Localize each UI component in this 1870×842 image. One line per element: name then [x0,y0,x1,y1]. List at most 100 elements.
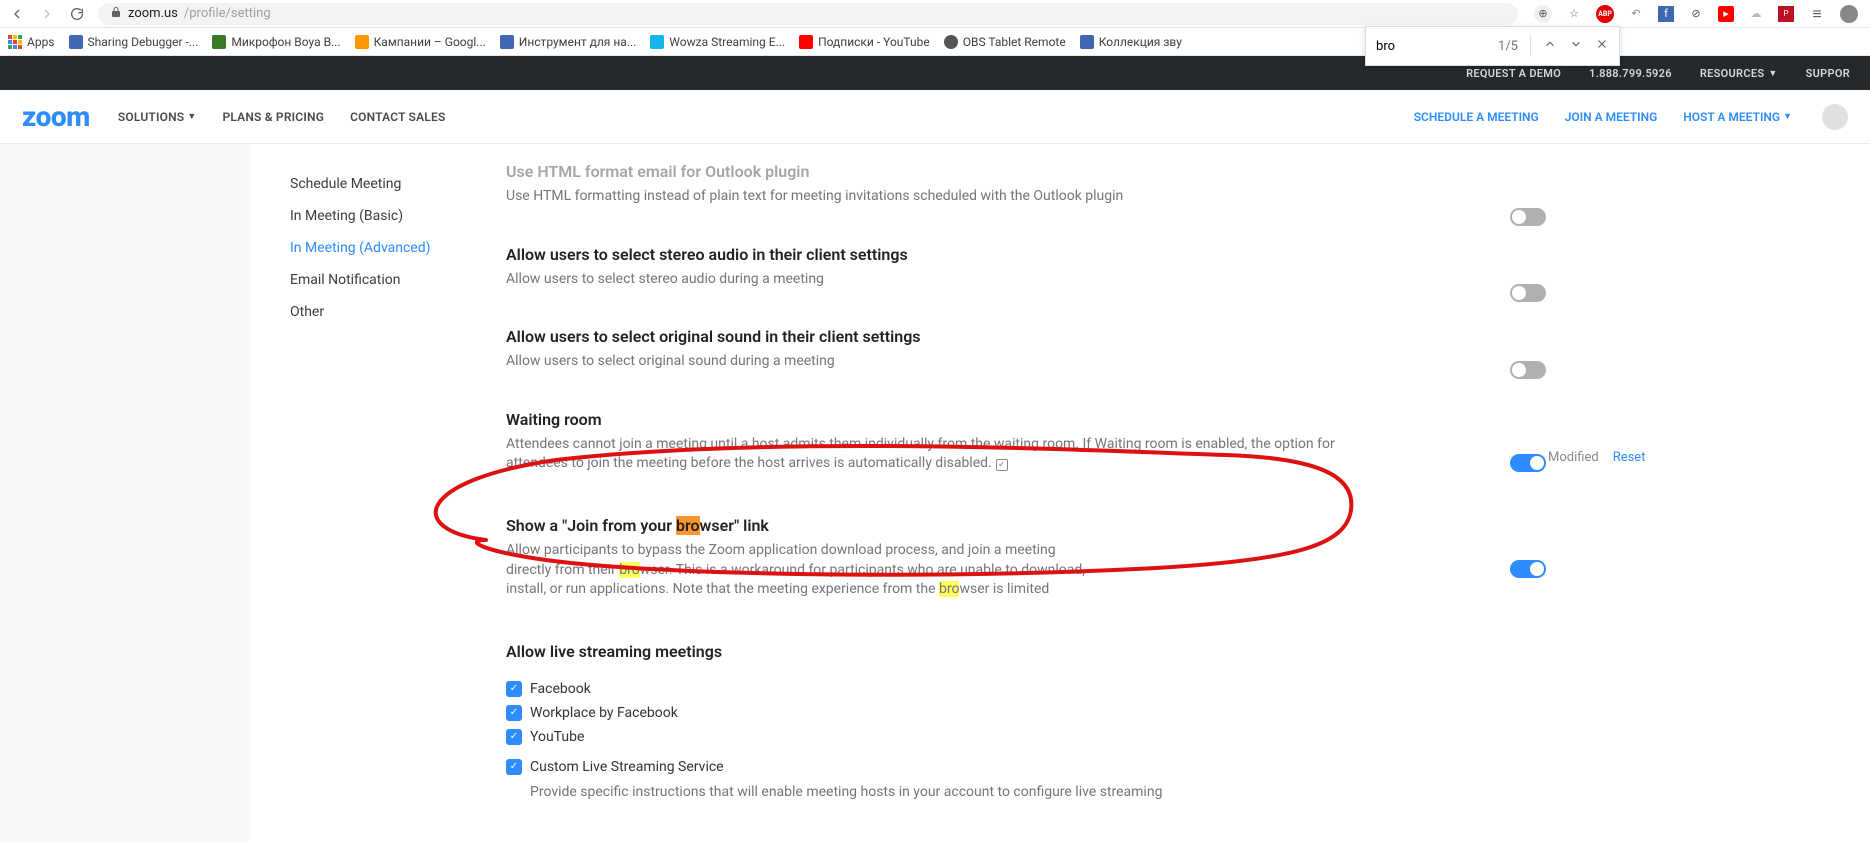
setting-title: Use HTML format email for Outlook plugin [506,162,1336,181]
find-input[interactable] [1376,39,1486,54]
favicon [799,35,813,49]
back-button[interactable] [8,5,26,23]
bookmark-item[interactable]: Инструмент для на... [500,35,637,49]
bookmark-label: Микрофон Boya B... [231,35,340,49]
setting-title: Waiting room [506,410,1336,429]
bookmark-item[interactable]: Wowza Streaming E... [650,35,785,49]
left-margin [0,144,250,842]
bookmark-item[interactable]: OBS Tablet Remote [944,35,1066,49]
favicon [1080,35,1094,49]
find-prev-button[interactable] [1543,37,1557,55]
apps-button[interactable]: Apps [8,35,55,49]
request-demo-link[interactable]: REQUEST A DEMO [1466,67,1561,80]
chevron-down-icon: ▼ [1783,111,1792,122]
setting-description: Attendees cannot join a meeting until a … [506,435,1336,474]
browser-toolbar: zoom.us/profile/setting ⊕ ☆ ABP ↶ f ⊘ ▸ … [0,0,1870,28]
nav-host-meeting[interactable]: HOST A MEETING▼ [1683,110,1792,124]
favicon [944,35,958,49]
reset-link[interactable]: Reset [1613,450,1646,465]
bookmark-star-icon[interactable]: ☆ [1566,6,1582,22]
youtube-icon[interactable]: ▸ [1718,6,1734,22]
setting-description: Allow users to select stereo audio durin… [506,270,1336,290]
reload-button[interactable] [68,5,86,23]
sidebar-item-email[interactable]: Email Notification [290,264,466,296]
find-close-button[interactable] [1595,37,1609,55]
bookmark-item[interactable]: Микрофон Boya B... [212,35,340,49]
main-nav: zoom SOLUTIONS▼ PLANS & PRICING CONTACT … [0,90,1870,144]
setting-title: Allow users to select stereo audio in th… [506,245,1336,264]
forward-button[interactable] [38,5,56,23]
bookmark-item[interactable]: Подписки - YouTube [799,35,930,49]
translate-icon[interactable]: ⊕ [1534,5,1552,23]
toggle-live-streaming[interactable] [1510,560,1546,578]
toggles-column: Modified Reset [1366,144,1566,842]
zoom-logo[interactable]: zoom [22,100,90,133]
check-icon: ✓ [506,759,522,775]
user-avatar[interactable] [1822,104,1848,130]
checkbox-custom[interactable]: ✓ Custom Live Streaming Service [506,749,1336,779]
setting-title: Allow users to select original sound in … [506,327,1336,346]
chevron-down-icon: ▼ [187,111,196,122]
bookmark-label: Wowza Streaming E... [669,35,785,49]
facebook-icon[interactable]: f [1658,6,1674,22]
nav-join-meeting[interactable]: JOIN A MEETING [1565,110,1658,124]
check-icon: ✓ [506,705,522,721]
find-next-button[interactable] [1569,37,1583,55]
url-path: /profile/setting [184,6,271,21]
send-icon[interactable]: ↶ [1628,6,1644,22]
setting-description: Use HTML formatting instead of plain tex… [506,187,1336,207]
bookmark-label: Sharing Debugger -... [88,35,199,49]
cloud-icon[interactable]: ☁ [1748,6,1764,22]
sidebar-item-schedule[interactable]: Schedule Meeting [290,168,466,200]
profile-avatar[interactable] [1840,5,1858,23]
reading-list-icon[interactable]: ≡ [1808,5,1826,23]
toggle-waiting-room[interactable] [1510,361,1546,379]
checkbox-label: Workplace by Facebook [530,705,678,721]
support-link[interactable]: SUPPOR [1806,67,1850,80]
checkbox-label: Custom Live Streaming Service [530,759,724,775]
favicon [650,35,664,49]
favicon [69,35,83,49]
bookmark-label: Подписки - YouTube [818,35,930,49]
favicon [212,35,226,49]
pdf-icon[interactable]: P [1778,6,1794,22]
lock-icon [110,6,122,22]
noentry-icon[interactable]: ⊘ [1688,6,1704,22]
find-in-page-bar: 1/5 [1365,26,1620,66]
check-icon: ✓ [506,729,522,745]
resources-menu[interactable]: RESOURCES▼ [1700,67,1778,80]
modified-label: Modified [1548,450,1599,465]
nav-contact[interactable]: CONTACT SALES [350,110,445,124]
find-count: 1/5 [1498,39,1518,54]
setting-title: Allow live streaming meetings [506,642,1336,661]
toggle-join-browser[interactable] [1510,454,1546,472]
nav-pricing[interactable]: PLANS & PRICING [222,110,324,124]
checkbox-workplace[interactable]: ✓ Workplace by Facebook [506,701,1336,725]
extension-icons: ⊕ ☆ ABP ↶ f ⊘ ▸ ☁ P ≡ [1530,5,1862,23]
bookmark-label: Кампании – Googl... [374,35,486,49]
bookmark-item[interactable]: Коллекция зву [1080,35,1182,49]
sidebar-item-basic[interactable]: In Meeting (Basic) [290,200,466,232]
setting-description: Allow participants to bypass the Zoom ap… [506,541,1086,600]
sidebar-item-advanced[interactable]: In Meeting (Advanced) [290,232,466,264]
setting-description: Provide specific instructions that will … [506,779,1336,803]
settings-sidebar: Schedule Meeting In Meeting (Basic) In M… [250,144,466,842]
abp-icon[interactable]: ABP [1596,5,1614,23]
chevron-down-icon: ▼ [1768,68,1777,79]
nav-solutions[interactable]: SOLUTIONS▼ [118,110,197,124]
nav-schedule-meeting[interactable]: SCHEDULE A MEETING [1414,110,1539,124]
toggle-original-sound[interactable] [1510,284,1546,302]
sidebar-item-other[interactable]: Other [290,296,466,328]
checkbox-facebook[interactable]: ✓Facebook [506,677,1336,701]
toggle-stereo[interactable] [1510,208,1546,226]
phone-number[interactable]: 1.888.799.5926 [1589,67,1672,80]
apps-icon [8,35,22,49]
check-icon: ✓ [506,681,522,697]
info-icon[interactable]: ✓ [996,459,1008,471]
checkbox-youtube[interactable]: ✓YouTube [506,725,1336,749]
settings-content: Use HTML format email for Outlook plugin… [466,144,1366,842]
address-bar[interactable]: zoom.us/profile/setting [98,3,1518,25]
bookmark-item[interactable]: Кампании – Googl... [355,35,486,49]
bookmark-item[interactable]: Sharing Debugger -... [69,35,199,49]
setting-description: Allow users to select original sound dur… [506,352,1336,372]
